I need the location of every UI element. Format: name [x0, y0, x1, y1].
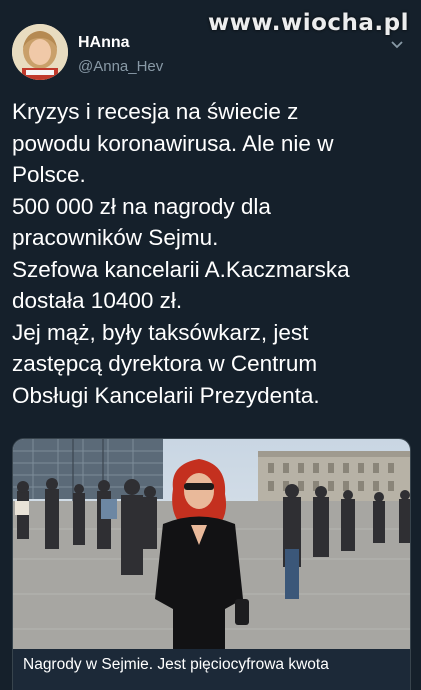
tweet-line: Szefowa kancelarii A.Kaczmarska	[12, 256, 350, 282]
tweet-line: 500 000 zł na nagrody dla	[12, 193, 271, 219]
card-image	[13, 439, 410, 649]
tweet-line: powodu koronawirusa. Ale nie w	[12, 130, 334, 156]
link-card[interactable]: Nagrody w Sejmie. Jest pięciocyfrowa kwo…	[12, 438, 411, 690]
tweet-line: Obsługi Kancelarii Prezydenta.	[12, 382, 320, 408]
display-name[interactable]: HAnna	[78, 34, 130, 52]
tweet-line: Jej mąż, były taksówkarz, jest	[12, 319, 309, 345]
chevron-down-icon[interactable]	[389, 36, 405, 52]
tweet-line: Polsce.	[12, 162, 86, 187]
tweet-header: HAnna @Anna_Hev	[12, 24, 409, 84]
user-handle[interactable]: @Anna_Hev	[78, 58, 163, 75]
tweet-line: zastępcą dyrektora w Centrum	[12, 351, 318, 376]
tweet-line: dostała 10400 zł.	[12, 288, 183, 313]
tweet-line: Kryzys i recesja na świecie z	[12, 99, 299, 124]
tweet-text: Kryzys i recesja na świecie z powodu kor…	[12, 96, 412, 411]
avatar[interactable]	[12, 24, 68, 80]
tweet-line: pracowników Sejmu.	[12, 225, 219, 250]
card-title[interactable]: Nagrody w Sejmie. Jest pięciocyfrowa kwo…	[23, 656, 329, 674]
